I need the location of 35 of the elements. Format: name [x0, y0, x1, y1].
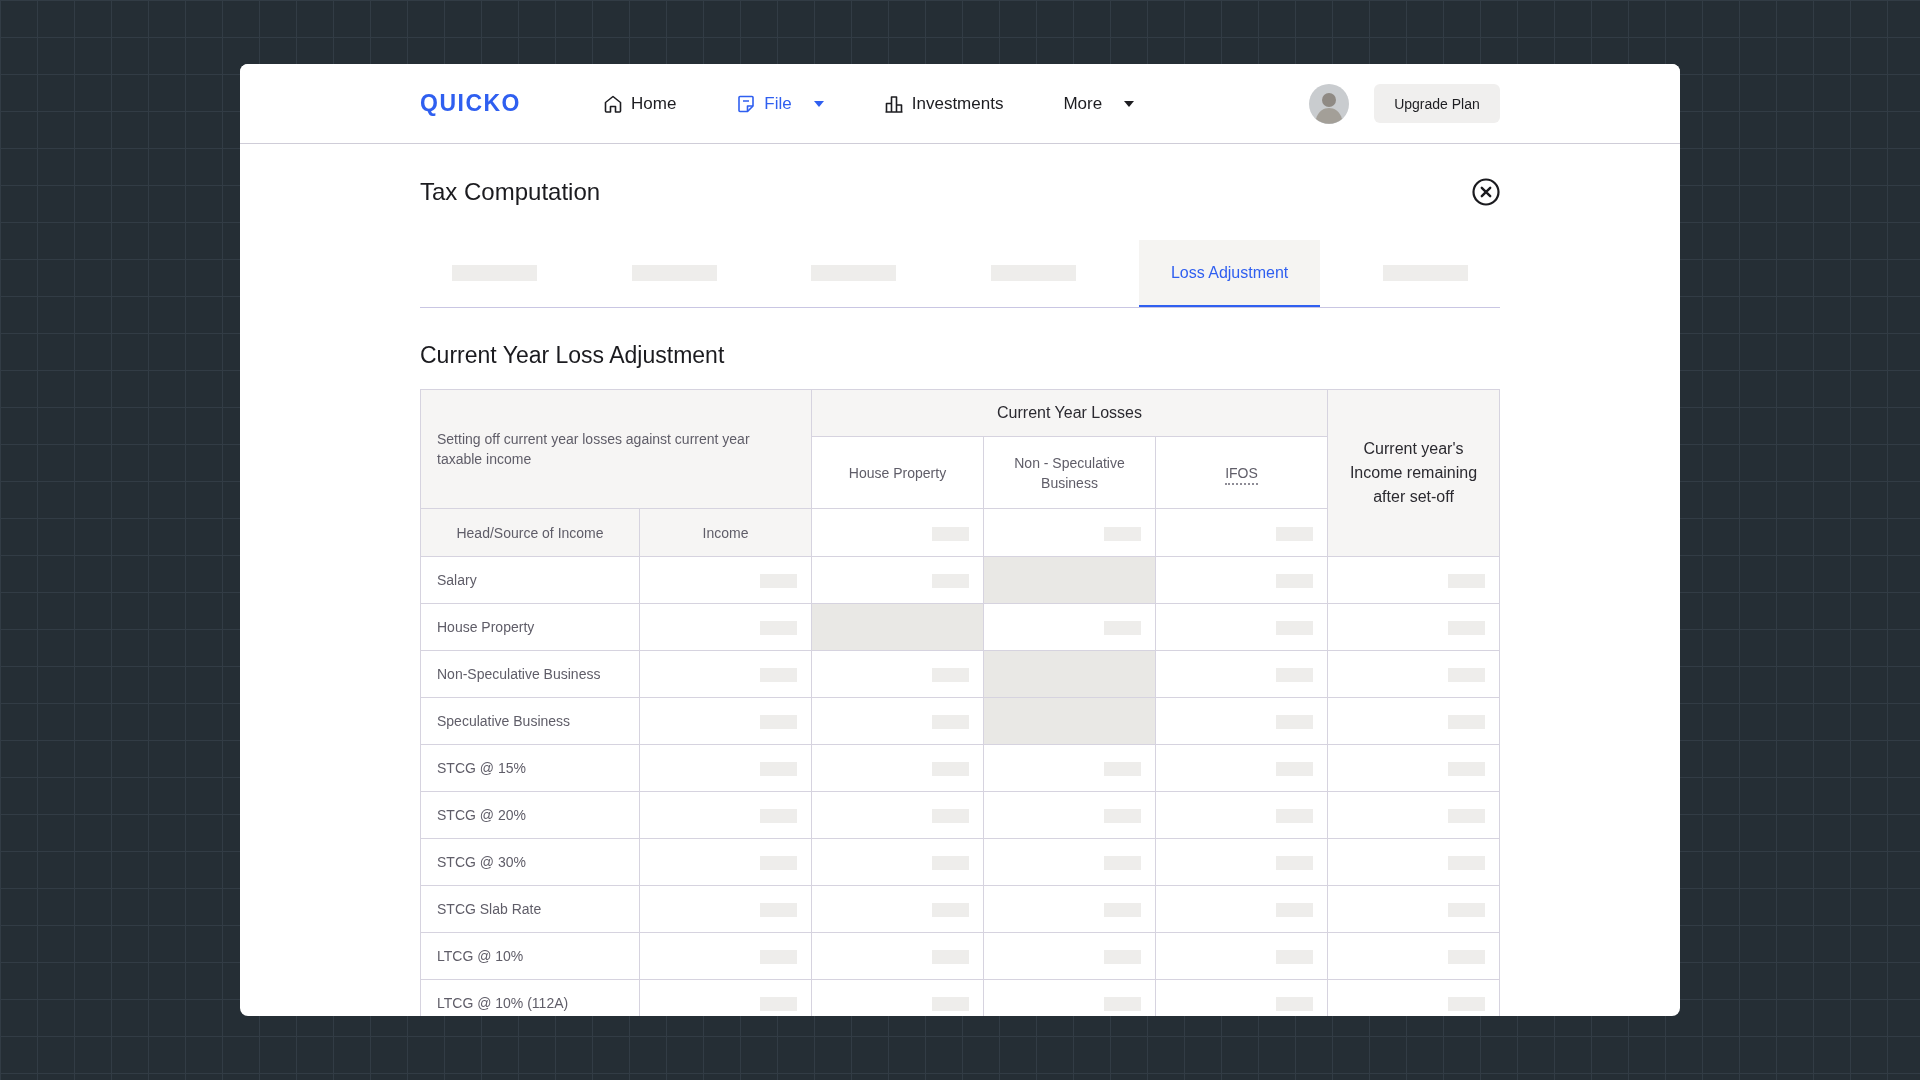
- nav-link[interactable]: File: [732, 87, 828, 120]
- nav-link[interactable]: Investments: [879, 87, 1008, 120]
- bar-chart-icon: [883, 93, 904, 114]
- nav-link[interactable]: More: [1059, 87, 1139, 120]
- table-cell: Speculative Business: [420, 697, 640, 745]
- section-heading: Current Year Loss Adjustment: [420, 341, 726, 369]
- table-cell: STCG @ 30%: [420, 838, 640, 886]
- column-header: Current year's Income remaining after set-off: [1327, 389, 1500, 557]
- close-icon: [1472, 178, 1500, 206]
- avatar-icon[interactable]: [1309, 83, 1349, 124]
- table-cell: STCG Slab Rate: [420, 885, 640, 933]
- close-button[interactable]: [1472, 178, 1500, 206]
- logo[interactable]: QUICKO: [420, 90, 542, 117]
- note-icon: [736, 93, 757, 114]
- upgrade-plan-button[interactable]: Upgrade Plan: [1374, 84, 1500, 123]
- column-header: Head/Source of Income: [420, 508, 640, 557]
- dialog-title: Tax Computation: [420, 178, 601, 206]
- table-cell: Non-Speculative Business: [420, 650, 640, 698]
- table-cell: Salary: [420, 556, 640, 604]
- table-cell: STCG @ 20%: [420, 791, 640, 839]
- table-cell: House Property: [420, 603, 640, 651]
- caret-icon: [1124, 100, 1135, 107]
- column-header: Income: [639, 508, 812, 557]
- table-cell: LTCG @ 10%: [420, 932, 640, 980]
- table-cell: STCG @ 15%: [420, 744, 640, 792]
- column-group-header: Current Year Losses: [811, 389, 1328, 437]
- column-header: House Property: [811, 436, 984, 509]
- table-description: Setting off current year losses against current year taxable income: [420, 389, 812, 509]
- tab[interactable]: Loss Adjustment: [1138, 240, 1321, 307]
- table-cell: LTCG @ 10% (112A): [420, 979, 640, 1016]
- column-header: Non - Speculative Business: [983, 436, 1156, 509]
- home-icon: [603, 93, 623, 114]
- nav-link[interactable]: Home: [599, 87, 681, 120]
- column-header: IFOS: [1155, 436, 1328, 509]
- caret-icon: [813, 100, 824, 107]
